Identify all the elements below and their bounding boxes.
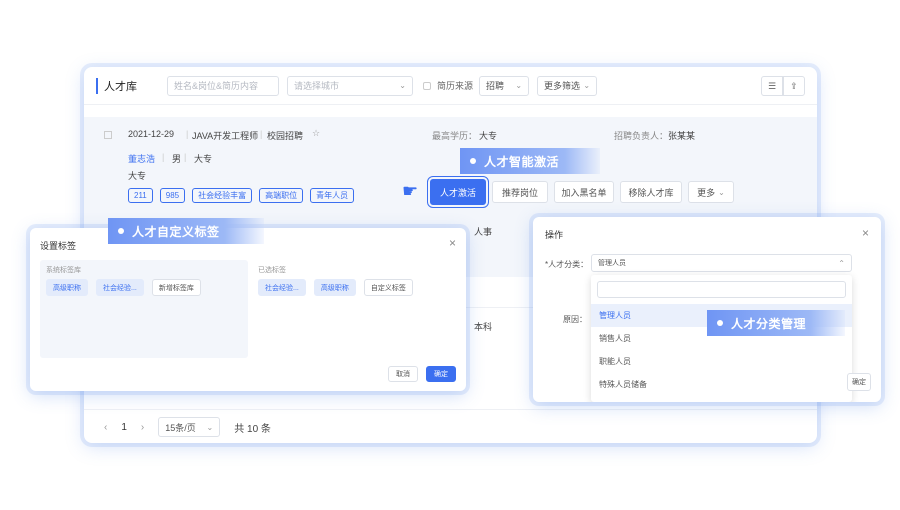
set-tags-dialog: 设置标签 × 系统标签库 高级职称 社会经验... 新增标签库 已选标签 社会经… xyxy=(30,228,466,391)
callout-activation-label: 人才智能激活 xyxy=(484,154,560,169)
row-source: 校园招聘 xyxy=(267,131,304,141)
tag-senior-position: 高端职位 xyxy=(259,188,304,203)
talent-activate-button[interactable]: 人才激活 xyxy=(427,176,489,208)
pagination: ‹ 1 › 15条/页 ⌄ 共 10 条 xyxy=(104,417,271,437)
selected-tag[interactable]: 高级职称 xyxy=(313,279,356,296)
more-label: 更多 xyxy=(697,187,716,198)
pointer-hand-icon: ☛ xyxy=(402,181,419,201)
star-icon[interactable]: ☆ xyxy=(312,128,320,139)
tag-211: 211 xyxy=(128,188,153,203)
dot-icon xyxy=(118,228,124,234)
callout-custom-tags: 人才自定义标签 xyxy=(108,218,264,244)
advanced-filter-label: 更多筛选 xyxy=(544,81,581,91)
row3-value: 本科 xyxy=(474,322,493,332)
dialog-title: 设置标签 xyxy=(40,241,77,251)
chevron-up-icon: ⌃ xyxy=(838,258,845,268)
add-tag-library-button[interactable]: 新增标签库 xyxy=(151,279,201,296)
callout-classification-label: 人才分类管理 xyxy=(731,316,807,331)
chevron-down-icon: ⌄ xyxy=(206,422,214,432)
remove-from-pool-button[interactable]: 移除人才库 xyxy=(620,181,682,203)
candidate-tags: 211 985 社会经验丰富 高端职位 青年人员 xyxy=(128,188,355,203)
source-select[interactable]: 招聘 ⌄ xyxy=(479,75,530,96)
more-actions-button[interactable]: 更多 ⌄ xyxy=(688,181,734,203)
advanced-filter-button[interactable]: 更多筛选 ⌄ xyxy=(537,75,598,96)
row2-value: 人事 xyxy=(474,227,493,237)
category-label: *人才分类： xyxy=(545,260,589,269)
location-placeholder: 请选择城市 xyxy=(294,81,340,91)
export-icon[interactable]: ⇪ xyxy=(783,76,805,96)
option-functional[interactable]: 职能人员 xyxy=(591,350,852,373)
chevron-down-icon: ⌄ xyxy=(399,81,406,90)
filter-checkbox[interactable] xyxy=(423,81,431,90)
chevron-down-icon: ⌄ xyxy=(515,81,523,90)
current-page[interactable]: 1 xyxy=(121,422,127,433)
cancel-button[interactable]: 取消 xyxy=(388,366,418,382)
page-title: 人才库 xyxy=(96,77,137,94)
next-page-icon[interactable]: › xyxy=(141,422,144,433)
page-size-value: 15条/页 xyxy=(165,422,196,433)
location-select[interactable]: 请选择城市 ⌄ xyxy=(287,75,413,96)
owner-value: 张某某 xyxy=(668,131,696,141)
dot-icon xyxy=(717,320,723,326)
callout-classification: 人才分类管理 xyxy=(707,310,845,336)
edu-value: 大专 xyxy=(479,131,498,141)
owner-label: 招聘负责人： xyxy=(614,131,669,141)
system-tag[interactable]: 社会经验... xyxy=(96,279,144,296)
toolbar: 人才库 姓名&岗位&简历内容 请选择城市 ⌄ 简历来源 招聘 ⌄ 更多筛选 ⌄ … xyxy=(84,67,817,105)
recommend-job-button[interactable]: 推荐岗位 xyxy=(492,181,548,203)
filter-label: 简历来源 xyxy=(437,81,474,91)
candidate-education: 大专 xyxy=(194,154,213,164)
search-input[interactable]: 姓名&岗位&简历内容 xyxy=(167,75,279,96)
callout-custom-tags-label: 人才自定义标签 xyxy=(132,224,220,239)
candidate-gender: 男 xyxy=(172,154,182,164)
page-size-select[interactable]: 15条/页 ⌄ xyxy=(158,417,221,437)
list-icon[interactable]: ☰ xyxy=(761,76,783,96)
dialog-title: 操作 xyxy=(545,230,564,240)
dot-icon xyxy=(470,158,476,164)
category-dropdown: 管理人员 销售人员 职能人员 特殊人员储备 xyxy=(591,275,852,402)
tag-young: 青年人员 xyxy=(310,188,355,203)
close-icon[interactable]: × xyxy=(449,236,456,250)
row-checkbox[interactable] xyxy=(104,131,112,139)
tag-experience: 社会经验丰富 xyxy=(192,188,253,203)
candidate-education-2: 大专 xyxy=(128,171,147,181)
category-select[interactable]: 管理人员 ⌃ xyxy=(591,254,852,272)
source-value: 招聘 xyxy=(486,81,505,91)
tag-985: 985 xyxy=(159,188,186,203)
row-date: 2021-12-29 xyxy=(128,129,175,139)
close-icon[interactable]: × xyxy=(862,226,869,240)
option-special-reserve[interactable]: 特殊人员储备 xyxy=(591,373,852,396)
search-placeholder: 姓名&岗位&简历内容 xyxy=(174,81,259,91)
system-tags-panel: 系统标签库 高级职称 社会经验... 新增标签库 xyxy=(40,260,248,358)
reason-label: 原因： xyxy=(563,315,587,324)
dropdown-search-input[interactable] xyxy=(597,281,846,298)
system-tag[interactable]: 高级职称 xyxy=(46,279,88,296)
total-count: 共 10 条 xyxy=(234,423,271,435)
selected-tag[interactable]: 社会经验... xyxy=(258,279,306,296)
system-tags-label: 系统标签库 xyxy=(46,267,81,274)
row-job: JAVA开发工程师 xyxy=(192,131,259,141)
callout-activation: 人才智能激活 xyxy=(460,148,600,174)
selected-tags-label: 已选标签 xyxy=(258,267,286,274)
chevron-down-icon: ⌄ xyxy=(718,187,725,197)
custom-tag-button[interactable]: 自定义标签 xyxy=(363,279,413,296)
category-value: 管理人员 xyxy=(598,260,626,267)
prev-page-icon[interactable]: ‹ xyxy=(104,422,107,433)
edu-label: 最高学历： xyxy=(432,131,478,141)
blacklist-button[interactable]: 加入黑名单 xyxy=(554,181,614,203)
confirm-button[interactable]: 确定 xyxy=(426,366,456,382)
candidate-name[interactable]: 董志浩 xyxy=(128,152,155,165)
chevron-down-icon: ⌄ xyxy=(583,81,591,90)
side-button[interactable]: 确定 xyxy=(847,373,871,391)
